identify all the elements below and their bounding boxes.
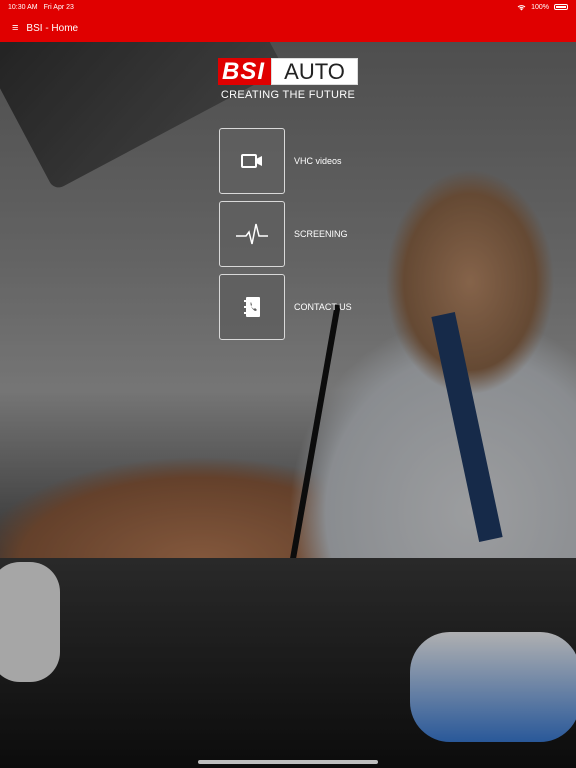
contact-book-icon bbox=[244, 297, 260, 317]
menu-item-contact-us[interactable]: CONTACT US bbox=[219, 274, 379, 341]
status-left: 10:30 AM Fri Apr 23 bbox=[8, 4, 74, 11]
menu-item-vhc-videos[interactable]: VHC videos bbox=[219, 128, 379, 195]
heartbeat-icon bbox=[236, 223, 268, 245]
status-right: 100% bbox=[517, 4, 568, 11]
wifi-icon bbox=[517, 4, 526, 10]
status-time: 10:30 AM bbox=[8, 3, 38, 11]
logo-tagline: CREATING THE FUTURE bbox=[220, 89, 356, 101]
status-date: Fri Apr 23 bbox=[43, 3, 74, 11]
menu-tile[interactable] bbox=[219, 274, 285, 340]
menu-tile[interactable] bbox=[219, 201, 285, 267]
menu-tile[interactable] bbox=[219, 128, 285, 194]
logo-auto: AUTO bbox=[271, 58, 358, 85]
logo-bsi: BSI bbox=[218, 58, 272, 85]
menu-label: SCREENING bbox=[294, 229, 348, 239]
menu-item-screening[interactable]: SCREENING bbox=[219, 201, 379, 268]
battery-percent: 100% bbox=[531, 3, 549, 11]
home-indicator[interactable] bbox=[198, 760, 378, 764]
home-content: BSI AUTO CREATING THE FUTURE VHC videos … bbox=[0, 42, 576, 768]
hamburger-menu-icon[interactable]: ≡ bbox=[12, 22, 18, 34]
status-bar: 10:30 AM Fri Apr 23 100% bbox=[0, 0, 576, 14]
battery-icon bbox=[554, 4, 568, 10]
nav-title: BSI - Home bbox=[26, 22, 79, 34]
video-camera-icon bbox=[241, 154, 262, 168]
nav-bar: ≡ BSI - Home bbox=[0, 14, 576, 42]
menu-label: CONTACT US bbox=[294, 302, 352, 312]
menu-label: VHC videos bbox=[294, 156, 342, 166]
brand-logo: BSI AUTO CREATING THE FUTURE bbox=[218, 58, 358, 101]
logo-wordmark: BSI AUTO bbox=[218, 58, 358, 85]
